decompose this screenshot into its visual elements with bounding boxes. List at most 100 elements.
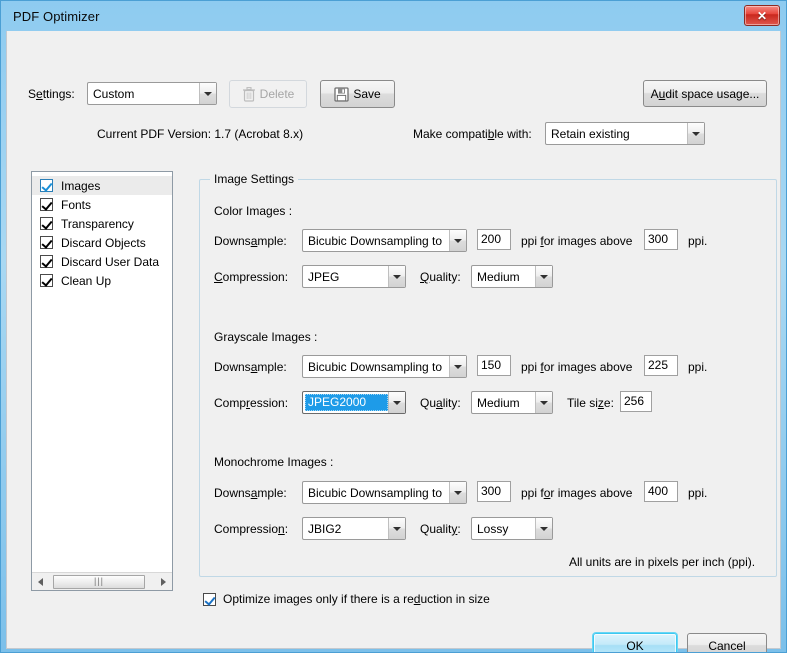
monochrome-downsample-value: Bicubic Downsampling to bbox=[308, 485, 443, 500]
list-item-label: Discard Objects bbox=[61, 235, 146, 250]
grayscale-quality-combo[interactable]: Medium bbox=[471, 391, 553, 414]
horizontal-scrollbar[interactable]: ||| bbox=[32, 572, 172, 590]
make-compatible-label: Make compatible with: bbox=[413, 127, 532, 141]
dialog-client-area: Settings: Custom Delete Save Audit space… bbox=[6, 31, 781, 652]
monochrome-quality-value: Lossy bbox=[477, 521, 509, 536]
color-images-section-title: Color Images : bbox=[214, 204, 293, 218]
color-ppi-above-label: ppi for images above bbox=[521, 234, 633, 248]
settings-panel-list[interactable]: Images Fonts Transparency Discard Object… bbox=[31, 171, 173, 591]
list-item-label: Transparency bbox=[61, 216, 134, 231]
color-compression-label: Compression: bbox=[214, 270, 289, 284]
list-item-label: Discard User Data bbox=[61, 254, 160, 269]
color-quality-value: Medium bbox=[477, 269, 520, 284]
grayscale-ppi-above-label: ppi for images above bbox=[521, 360, 633, 374]
color-compression-value: JPEG bbox=[308, 269, 340, 284]
grayscale-threshold-ppi-input[interactable]: 225 bbox=[644, 355, 678, 376]
delete-button[interactable]: Delete bbox=[229, 80, 307, 108]
color-downsample-ppi-input[interactable]: 200 bbox=[477, 229, 511, 250]
title-bar: PDF Optimizer ✕ bbox=[6, 1, 781, 31]
monochrome-quality-combo[interactable]: Lossy bbox=[471, 517, 553, 540]
pdf-version-text: Current PDF Version: 1.7 (Acrobat 8.x) bbox=[97, 127, 304, 141]
trash-icon bbox=[242, 86, 255, 102]
settings-combo-value: Custom bbox=[93, 86, 135, 101]
chevron-down-icon bbox=[388, 266, 405, 287]
optimize-images-label: Optimize images only if there is a reduc… bbox=[223, 592, 490, 606]
ok-button-label: OK bbox=[626, 638, 644, 653]
color-ppi-suffix-label: ppi. bbox=[688, 234, 708, 248]
chevron-down-icon bbox=[687, 123, 704, 144]
color-quality-combo[interactable]: Medium bbox=[471, 265, 553, 288]
make-compatible-value: Retain existing bbox=[551, 126, 630, 141]
monochrome-downsample-combo[interactable]: Bicubic Downsampling to bbox=[302, 481, 467, 504]
list-item[interactable]: Images bbox=[32, 176, 172, 195]
units-note: All units are in pixels per inch (ppi). bbox=[569, 555, 756, 569]
chevron-down-icon bbox=[535, 266, 552, 287]
checkbox-icon[interactable] bbox=[40, 198, 53, 211]
monochrome-threshold-ppi-input[interactable]: 400 bbox=[644, 481, 678, 502]
ok-button[interactable]: OK bbox=[593, 633, 677, 653]
monochrome-ppi-above-label: ppi for images above bbox=[521, 486, 633, 500]
checkbox-icon[interactable] bbox=[40, 255, 53, 268]
cancel-button[interactable]: Cancel bbox=[687, 633, 767, 653]
chevron-down-icon bbox=[535, 392, 552, 413]
delete-button-label: Delete bbox=[259, 87, 295, 101]
monochrome-downsample-label: Downsample: bbox=[214, 486, 287, 500]
list-item-label: Clean Up bbox=[61, 273, 112, 288]
monochrome-compression-combo[interactable]: JBIG2 bbox=[302, 517, 406, 540]
checkbox-icon[interactable] bbox=[40, 217, 53, 230]
color-compression-combo[interactable]: JPEG bbox=[302, 265, 406, 288]
color-downsample-value: Bicubic Downsampling to bbox=[308, 233, 443, 248]
chevron-down-icon bbox=[535, 518, 552, 539]
monochrome-images-section-title: Monochrome Images : bbox=[214, 455, 334, 469]
close-icon: ✕ bbox=[756, 8, 768, 23]
save-button-label: Save bbox=[353, 87, 381, 101]
pdf-optimizer-window: PDF Optimizer ✕ Settings: Custom Delete bbox=[0, 0, 787, 653]
list-item[interactable]: Clean Up bbox=[32, 271, 172, 290]
list-item-label: Fonts bbox=[61, 197, 92, 212]
settings-label: Settings: bbox=[28, 87, 75, 101]
grayscale-quality-value: Medium bbox=[477, 395, 520, 410]
list-item[interactable]: Discard User Data bbox=[32, 252, 172, 271]
list-item[interactable]: Discard Objects bbox=[32, 233, 172, 252]
list-item-label: Images bbox=[61, 178, 101, 193]
close-button[interactable]: ✕ bbox=[744, 5, 780, 26]
color-quality-label: Quality: bbox=[420, 270, 461, 284]
window-title: PDF Optimizer bbox=[13, 8, 100, 24]
monochrome-compression-label: Compression: bbox=[214, 522, 289, 536]
save-button[interactable]: Save bbox=[320, 80, 395, 108]
list-item[interactable]: Transparency bbox=[32, 214, 172, 233]
tile-size-label: Tile size: bbox=[567, 396, 614, 410]
monochrome-compression-value: JBIG2 bbox=[308, 521, 342, 536]
image-settings-group-title: Image Settings bbox=[210, 172, 299, 186]
grayscale-ppi-suffix-label: ppi. bbox=[688, 360, 708, 374]
grayscale-quality-label: Quality: bbox=[420, 396, 461, 410]
checkbox-icon[interactable] bbox=[40, 236, 53, 249]
checkbox-icon[interactable] bbox=[40, 179, 53, 192]
settings-combo[interactable]: Custom bbox=[87, 82, 217, 105]
cancel-button-label: Cancel bbox=[708, 638, 746, 653]
list-item[interactable]: Fonts bbox=[32, 195, 172, 214]
color-downsample-combo[interactable]: Bicubic Downsampling to bbox=[302, 229, 467, 252]
grayscale-downsample-label: Downsample: bbox=[214, 360, 287, 374]
scroll-left-icon[interactable] bbox=[32, 573, 49, 590]
checkbox-icon[interactable] bbox=[40, 274, 53, 287]
grayscale-compression-label: Compression: bbox=[214, 396, 289, 410]
chevron-down-icon bbox=[388, 518, 405, 539]
tile-size-input[interactable]: 256 bbox=[620, 391, 652, 412]
chevron-down-icon bbox=[449, 482, 466, 503]
grayscale-downsample-ppi-input[interactable]: 150 bbox=[477, 355, 511, 376]
grayscale-compression-combo[interactable]: JPEG2000 bbox=[302, 391, 406, 414]
checkbox-icon[interactable] bbox=[203, 592, 216, 606]
scroll-right-icon[interactable] bbox=[155, 573, 172, 590]
color-threshold-ppi-input[interactable]: 300 bbox=[644, 229, 678, 250]
audit-space-usage-button[interactable]: Audit space usage... bbox=[643, 80, 767, 107]
scrollbar-thumb[interactable]: ||| bbox=[53, 574, 145, 589]
make-compatible-combo[interactable]: Retain existing bbox=[545, 122, 705, 145]
chevron-down-icon bbox=[199, 83, 216, 104]
grayscale-images-section-title: Grayscale Images : bbox=[214, 330, 318, 344]
chevron-down-icon bbox=[449, 230, 466, 251]
optimize-images-checkbox-row[interactable]: Optimize images only if there is a reduc… bbox=[203, 592, 490, 606]
monochrome-downsample-ppi-input[interactable]: 300 bbox=[477, 481, 511, 502]
grayscale-downsample-combo[interactable]: Bicubic Downsampling to bbox=[302, 355, 467, 378]
monochrome-quality-label: Quality: bbox=[420, 522, 461, 536]
